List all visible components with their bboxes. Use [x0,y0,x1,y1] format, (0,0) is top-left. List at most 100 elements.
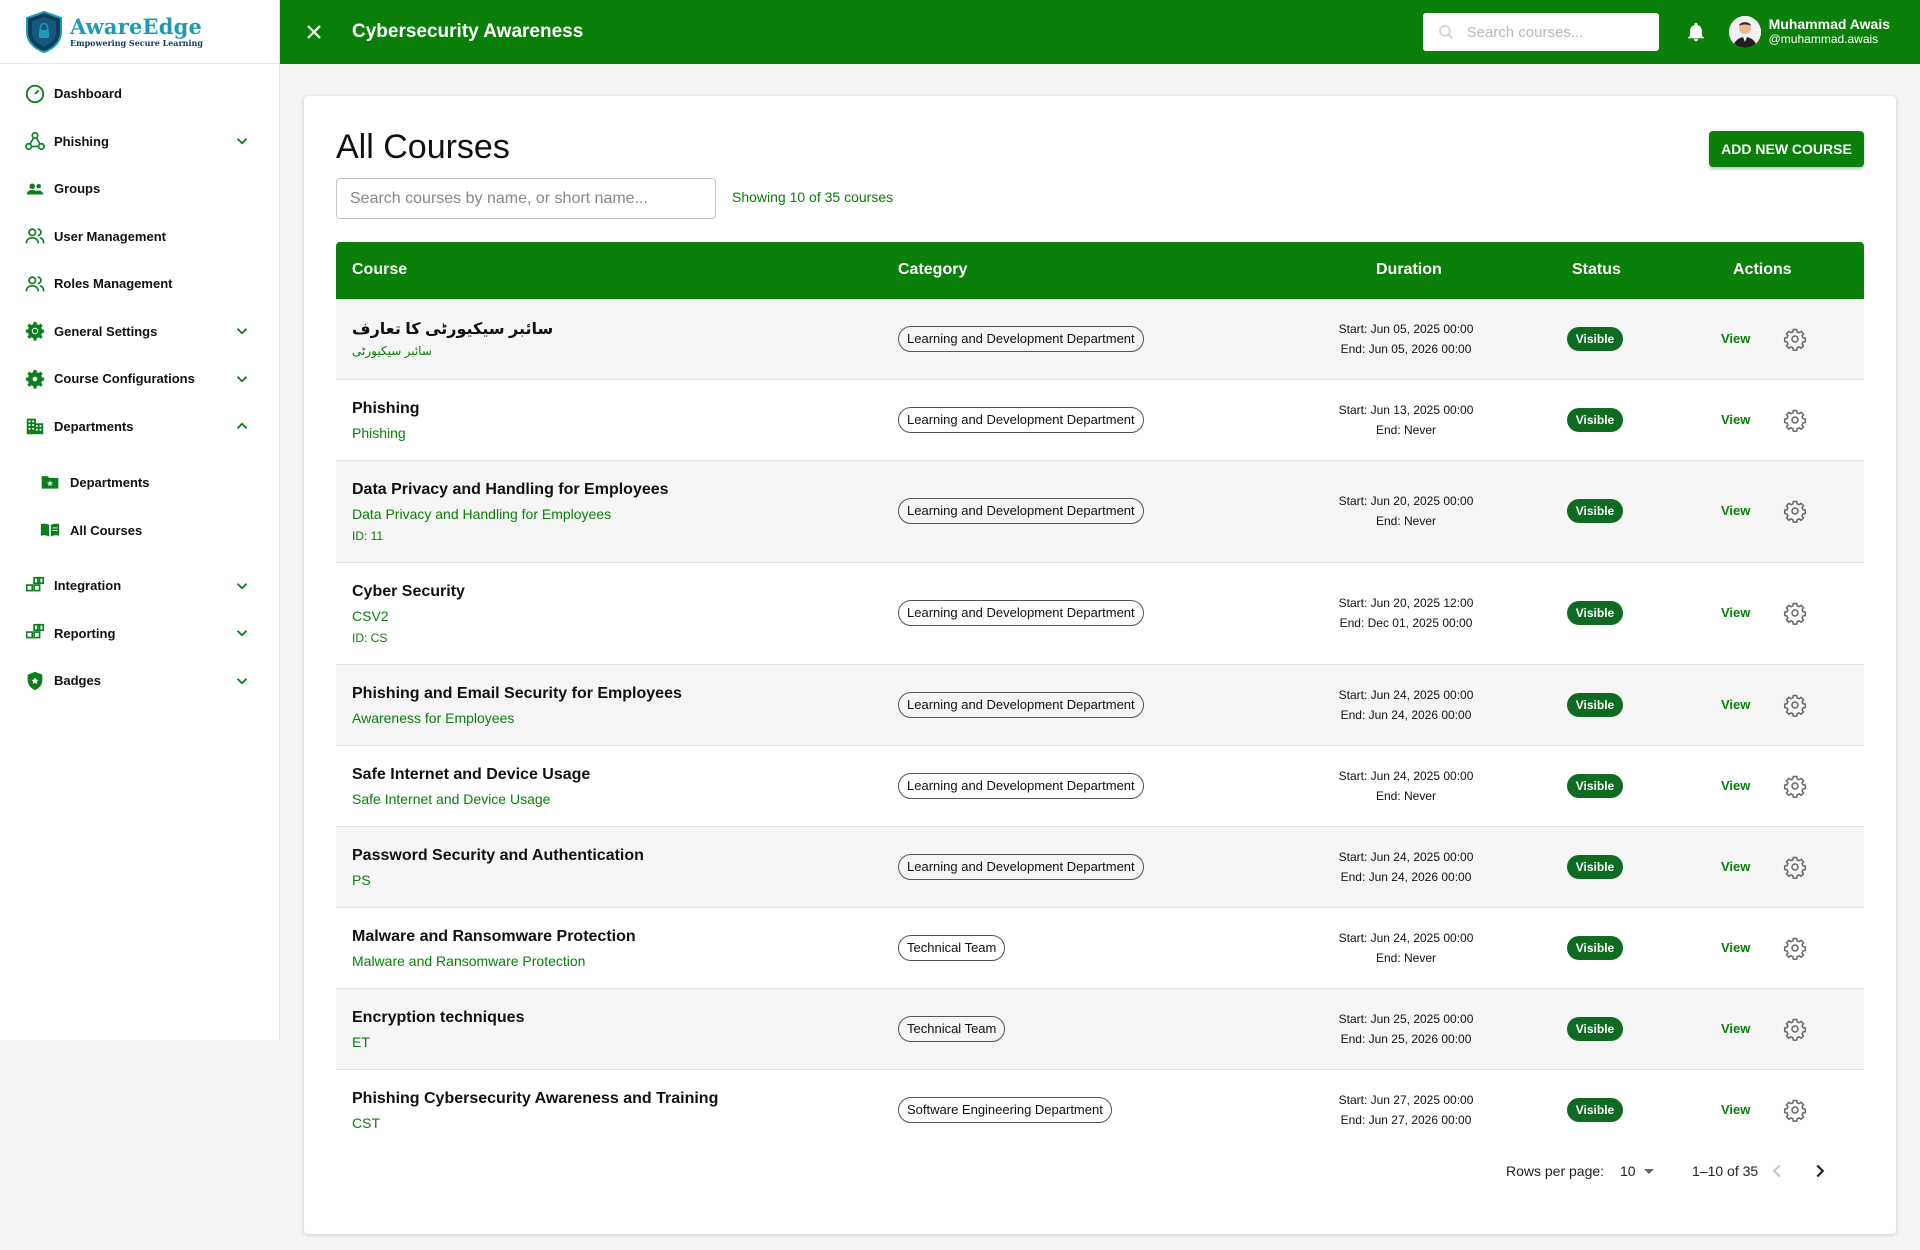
sidebar-item-label: Departments [54,418,134,434]
view-link[interactable]: View [1721,1021,1750,1036]
sidebar-item-course-configurations[interactable]: Course Configurations [0,355,279,403]
sidebar-item-label: Course Configurations [54,371,195,387]
sidebar-item-integration[interactable]: Integration [0,562,279,610]
category-chip: Learning and Development Department [898,773,1144,799]
sidebar-item-departments[interactable]: Departments [0,403,279,451]
sidebar-item-badges[interactable]: Badges [0,657,279,705]
close-icon[interactable] [302,20,326,44]
status-badge: Visible [1567,499,1623,523]
sidebar-item-roles-management[interactable]: Roles Management [0,260,279,308]
sidebar-item-label: Badges [54,673,101,689]
duration-end: End: Never [1375,951,1437,965]
course-name: Data Privacy and Handling for Employees [352,481,669,498]
course-duration: Start: Jun 05, 2025 00:00 End: Jun 05, 20… [1296,319,1516,359]
course-duration: Start: Jun 20, 2025 00:00 End: Never [1296,491,1516,531]
sidebar-item-dashboard[interactable]: Dashboard [0,70,279,118]
sidebar-item-label: Reporting [54,625,116,641]
building-icon [24,415,46,437]
view-link[interactable]: View [1721,605,1750,620]
bell-icon[interactable] [1685,21,1707,43]
status-badge: Visible [1567,936,1623,960]
add-new-course-button[interactable]: ADD NEW COURSE [1709,131,1864,167]
duration-start: Start: Jun 24, 2025 00:00 [1338,931,1474,945]
brand-logo[interactable]: AwareEdge Empowering Secure Learning [0,0,279,64]
category-chip: Learning and Development Department [898,854,1144,880]
gear-icon[interactable] [1783,774,1807,798]
gauge-icon [24,83,46,105]
column-header-duration[interactable]: Duration [1376,261,1442,279]
duration-end: End: Dec 01, 2025 00:00 [1339,616,1473,630]
gear-icon[interactable] [1783,601,1807,625]
view-link[interactable]: View [1721,1102,1750,1117]
user-menu[interactable]: Muhammad Awais @muhammad.awais [1728,16,1890,48]
users-icon [24,225,46,247]
view-link[interactable]: View [1721,697,1750,712]
gear-icon[interactable] [1783,936,1807,960]
column-header-status[interactable]: Status [1572,261,1621,279]
gear-icon[interactable] [1783,1017,1807,1041]
sidebar-subitem-departments[interactable]: Departments [0,458,279,506]
chevron-left-icon[interactable] [1766,1160,1788,1182]
sidebar-item-general-settings[interactable]: General Settings [0,308,279,356]
book-open-icon [40,520,60,540]
course-search[interactable] [336,178,716,219]
dropdown-caret-icon[interactable] [1644,1169,1654,1174]
course-name: Encryption techniques [352,1009,525,1026]
header-search-input[interactable] [1466,23,1647,41]
chevron-right-icon[interactable] [1809,1160,1831,1182]
rows-per-page-select[interactable]: 10 [1620,1163,1636,1179]
brand-tagline: Empowering Secure Learning [70,37,203,48]
category-chip: Learning and Development Department [898,326,1144,352]
users-icon [24,273,46,295]
header-search[interactable] [1422,13,1659,51]
chevron-up-icon [236,422,248,430]
course-search-input[interactable] [350,189,700,208]
gear-icon[interactable] [1783,327,1807,351]
sidebar-item-phishing[interactable]: Phishing [0,118,279,166]
course-short-name: Data Privacy and Handling for Employees [352,506,612,522]
duration-start: Start: Jun 24, 2025 00:00 [1338,688,1474,702]
gear-icon[interactable] [1783,693,1807,717]
sidebar-subitem-all-courses[interactable]: All Courses [0,506,279,554]
chevron-down-icon [236,328,248,335]
gear-icon[interactable] [1783,408,1807,432]
course-name: Phishing [352,400,420,417]
app-title: Cybersecurity Awareness [352,21,584,42]
view-link[interactable]: View [1721,412,1750,427]
course-duration: Start: Jun 24, 2025 00:00 End: Jun 24, 20… [1296,685,1516,725]
course-short-name: Safe Internet and Device Usage [352,791,551,807]
course-duration: Start: Jun 27, 2025 00:00 End: Jun 27, 20… [1296,1090,1516,1130]
duration-end: End: Never [1375,423,1437,437]
sidebar-item-label: Roles Management [54,276,173,292]
sidebar-item-user-management[interactable]: User Management [0,213,279,261]
view-link[interactable]: View [1721,778,1750,793]
table-row: Encryption techniques ET Technical Team … [336,989,1864,1070]
gear-icon [24,320,46,342]
gear-icon[interactable] [1783,1098,1807,1122]
sidebar-item-groups[interactable]: Groups [0,165,279,213]
gear-icon[interactable] [1783,499,1807,523]
shield-logo-icon [26,10,62,53]
view-link[interactable]: View [1721,503,1750,518]
sidebar-item-reporting[interactable]: Reporting [0,610,279,658]
table-row: Cyber Security CSV2 ID: CS Learning and … [336,563,1864,665]
view-link[interactable]: View [1721,859,1750,874]
chevron-down-icon [236,138,248,145]
course-short-name: ET [352,1034,370,1050]
duration-end: End: Jun 05, 2026 00:00 [1340,342,1472,356]
status-badge: Visible [1567,1017,1623,1041]
category-chip: Learning and Development Department [898,407,1144,433]
column-header-course[interactable]: Course [352,261,407,279]
avatar [1728,16,1761,48]
duration-end: End: Jun 24, 2026 00:00 [1340,870,1472,884]
category-chip: Learning and Development Department [898,692,1144,718]
course-duration: Start: Jun 24, 2025 00:00 End: Never [1296,928,1516,968]
view-link[interactable]: View [1721,940,1750,955]
badge-shield-icon [24,670,46,692]
gear-icon[interactable] [1783,855,1807,879]
course-short-name: CSV2 [352,608,389,624]
category-chip: Learning and Development Department [898,600,1144,626]
rows-per-page-label: Rows per page: [1506,1163,1605,1179]
view-link[interactable]: View [1721,331,1750,346]
column-header-category[interactable]: Category [898,261,967,279]
